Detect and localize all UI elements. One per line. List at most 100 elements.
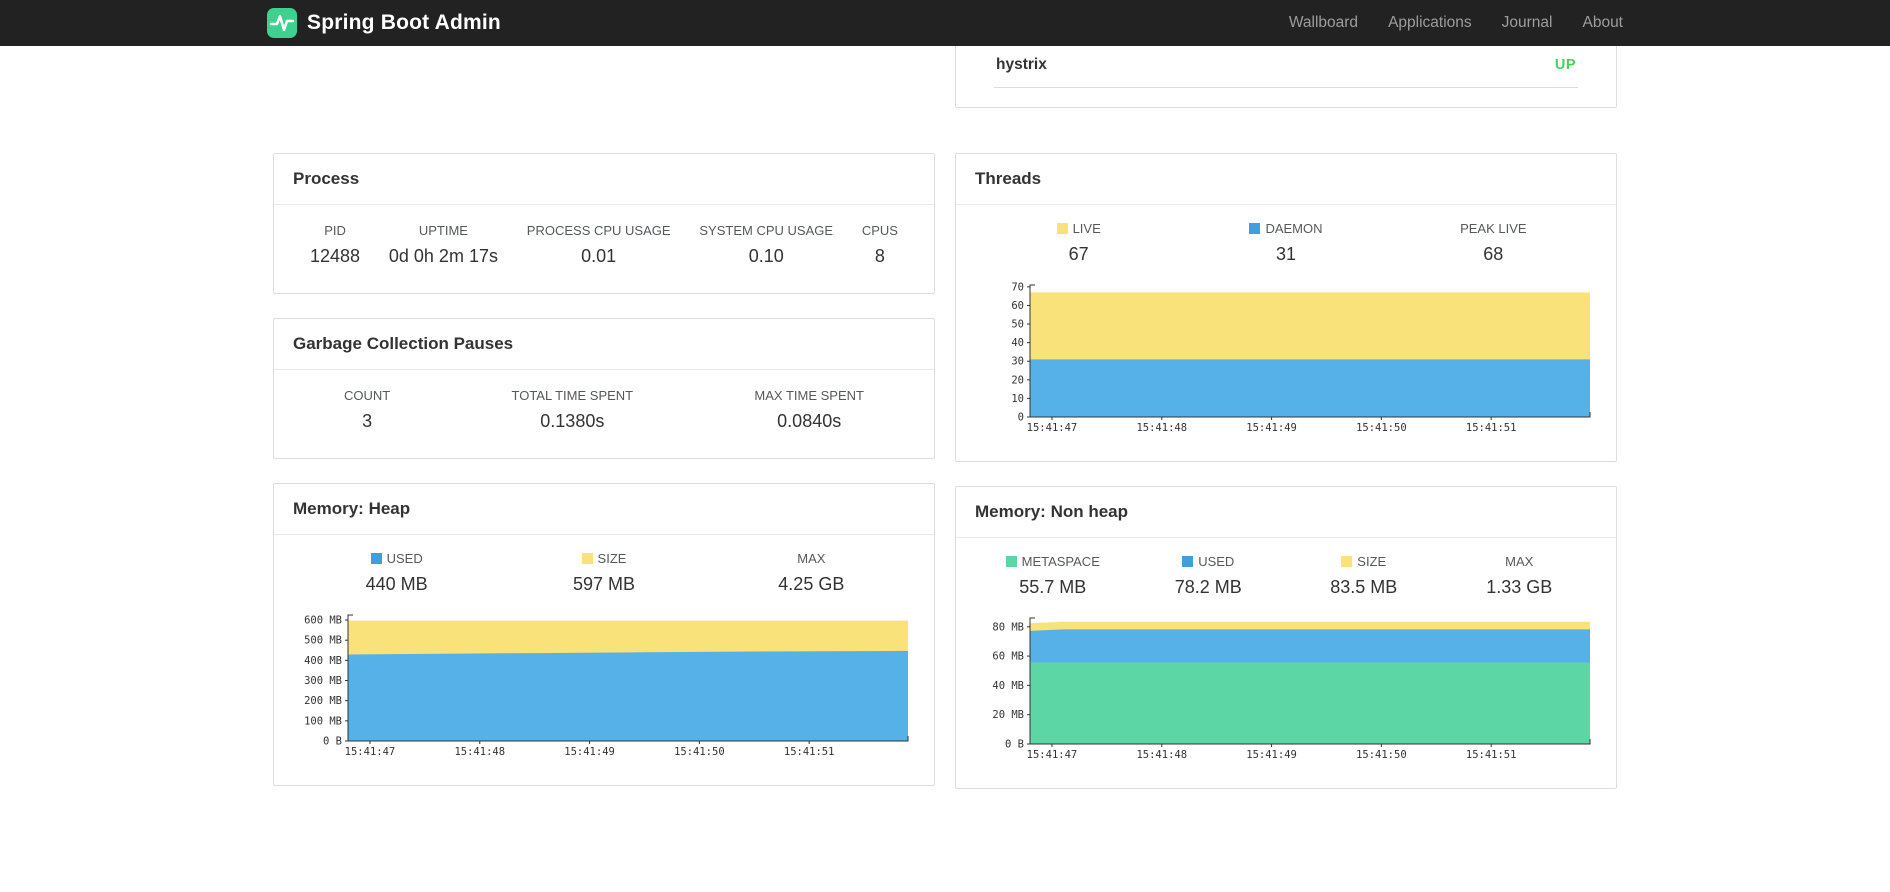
svg-text:200 MB: 200 MB xyxy=(304,695,342,707)
svg-text:500 MB: 500 MB xyxy=(304,635,342,647)
legend-label: DAEMON xyxy=(1182,221,1389,236)
svg-text:15:41:49: 15:41:49 xyxy=(1246,749,1297,761)
left-column-spacer xyxy=(273,46,935,153)
threads-legend: LIVE 67 DAEMON 31 PEAK LIVE 68 xyxy=(975,221,1597,265)
svg-text:100 MB: 100 MB xyxy=(304,715,342,727)
navbar-inner: Spring Boot Admin Wallboard Applications… xyxy=(267,8,1623,38)
brand[interactable]: Spring Boot Admin xyxy=(267,8,501,38)
svg-text:60 MB: 60 MB xyxy=(992,651,1024,663)
svg-text:15:41:51: 15:41:51 xyxy=(784,746,835,758)
legend-value: 31 xyxy=(1275,244,1296,264)
brand-title: Spring Boot Admin xyxy=(307,11,501,34)
legend-item-daemon: DAEMON 31 xyxy=(1182,221,1389,265)
svg-text:15:41:48: 15:41:48 xyxy=(1136,422,1187,434)
application-row[interactable]: hystrix UP xyxy=(994,46,1578,88)
memory-heap-panel-title: Memory: Heap xyxy=(274,484,934,535)
threads-panel: Threads LIVE 67 DAEMON 31 PEAK LIVE 68 0… xyxy=(955,153,1617,462)
nav-item-wallboard[interactable]: Wallboard xyxy=(1289,14,1358,32)
svg-text:40: 40 xyxy=(1011,337,1024,349)
svg-text:50: 50 xyxy=(1011,319,1024,331)
svg-text:15:41:48: 15:41:48 xyxy=(454,746,505,758)
legend-value: 4.25 GB xyxy=(778,574,845,594)
legend-label: MAX xyxy=(1505,554,1534,569)
legend-value: 68 xyxy=(1483,244,1504,264)
svg-text:60: 60 xyxy=(1011,300,1024,312)
live-swatch-icon xyxy=(1056,223,1068,234)
legend-value: 78.2 MB xyxy=(1174,577,1242,597)
stat-gc-max-time: MAX TIME SPENT 0.0840s xyxy=(754,388,864,432)
svg-text:15:41:47: 15:41:47 xyxy=(345,746,396,758)
legend-label: METASPACE xyxy=(975,554,1131,569)
legend-item-size: SIZE 83.5 MB xyxy=(1286,554,1442,598)
svg-text:600 MB: 600 MB xyxy=(304,615,342,627)
dashboard-content: Process PID 12488 UPTIME 0d 0h 2m 17s PR… xyxy=(273,46,1617,813)
right-column: hystrix UP Threads LIVE 67 DAEMON 31 PEA… xyxy=(955,46,1617,813)
stat-label: SYSTEM CPU USAGE xyxy=(699,223,834,238)
svg-text:15:41:50: 15:41:50 xyxy=(1356,749,1407,761)
nav-item-journal[interactable]: Journal xyxy=(1502,14,1553,32)
legend-item-peak-live: PEAK LIVE 68 xyxy=(1390,221,1597,265)
navbar: Spring Boot Admin Wallboard Applications… xyxy=(0,0,1890,46)
legend-label: SIZE xyxy=(500,551,707,566)
left-column: Process PID 12488 UPTIME 0d 0h 2m 17s PR… xyxy=(273,46,935,813)
used-swatch-icon xyxy=(370,553,382,564)
process-panel-title: Process xyxy=(274,154,934,205)
stat-process-cpu-usage: PROCESS CPU USAGE 0.01 xyxy=(527,223,671,267)
memory-nonheap-panel-title: Memory: Non heap xyxy=(956,487,1616,538)
stat-label: PID xyxy=(324,223,346,238)
size-swatch-icon xyxy=(1341,556,1353,567)
stat-value: 0.0840s xyxy=(777,411,842,431)
stat-value: 12488 xyxy=(310,246,361,266)
nav-item-about[interactable]: About xyxy=(1582,14,1623,32)
legend-label: SIZE xyxy=(1286,554,1442,569)
svg-text:0 B: 0 B xyxy=(323,736,342,748)
stat-value: 8 xyxy=(874,246,885,266)
stat-value: 3 xyxy=(362,411,373,431)
process-panel: Process PID 12488 UPTIME 0d 0h 2m 17s PR… xyxy=(273,153,935,294)
legend-item-max: MAX 1.33 GB xyxy=(1442,554,1598,598)
stat-value: 0.01 xyxy=(581,246,617,266)
svg-text:15:41:51: 15:41:51 xyxy=(1466,422,1517,434)
threads-panel-title: Threads xyxy=(956,154,1616,205)
application-status-badge: UP xyxy=(1554,57,1576,73)
memory-nonheap-chart: 0 B 20 MB 40 MB 60 MB 80 MB 15:41:47 15:41:48 1… xyxy=(992,617,1591,761)
stat-gc-count: COUNT 3 xyxy=(344,388,390,432)
legend-label: USED xyxy=(1131,554,1287,569)
svg-text:30: 30 xyxy=(1011,356,1024,368)
svg-text:20 MB: 20 MB xyxy=(992,709,1024,721)
stat-value: 0d 0h 2m 17s xyxy=(388,246,498,266)
legend-value: 67 xyxy=(1068,244,1089,264)
stat-label: COUNT xyxy=(344,388,391,403)
svg-text:15:41:47: 15:41:47 xyxy=(1027,749,1078,761)
svg-text:15:41:48: 15:41:48 xyxy=(1136,749,1187,761)
nav-item-applications[interactable]: Applications xyxy=(1388,14,1472,32)
svg-text:400 MB: 400 MB xyxy=(304,655,342,667)
legend-value: 83.5 MB xyxy=(1330,577,1398,597)
nav-links: Wallboard Applications Journal About xyxy=(1289,14,1623,32)
memory-heap-legend: USED 440 MB SIZE 597 MB MAX 4.25 GB xyxy=(293,551,915,595)
svg-text:15:41:50: 15:41:50 xyxy=(1356,422,1407,434)
threads-body: LIVE 67 DAEMON 31 PEAK LIVE 68 0 10 20 30 40… xyxy=(956,205,1616,461)
legend-value: 55.7 MB xyxy=(1019,577,1087,597)
process-stats: PID 12488 UPTIME 0d 0h 2m 17s PROCESS CP… xyxy=(274,205,934,293)
stat-value: 0.10 xyxy=(748,246,784,266)
stat-label: UPTIME xyxy=(418,223,468,238)
svg-text:0: 0 xyxy=(1018,412,1024,424)
memory-nonheap-panel: Memory: Non heap METASPACE 55.7 MB USED … xyxy=(955,486,1617,789)
threads-chart: 0 10 20 30 40 50 60 70 15:41:47 15:41:48 15:41:49 1… xyxy=(1011,281,1591,434)
legend-item-max: MAX 4.25 GB xyxy=(708,551,915,595)
memory-heap-body: USED 440 MB SIZE 597 MB MAX 4.25 GB 0 B1… xyxy=(274,535,934,785)
svg-text:0 B: 0 B xyxy=(1005,739,1024,751)
svg-text:10: 10 xyxy=(1011,393,1024,405)
svg-text:70: 70 xyxy=(1011,281,1024,293)
memory-nonheap-legend: METASPACE 55.7 MB USED 78.2 MB SIZE 83.5… xyxy=(975,554,1597,598)
used-swatch-icon xyxy=(1182,556,1194,567)
brand-logo-icon xyxy=(267,8,297,38)
legend-value: 1.33 GB xyxy=(1486,577,1553,597)
stat-value: 0.1380s xyxy=(540,411,605,431)
svg-text:15:41:47: 15:41:47 xyxy=(1027,422,1078,434)
daemon-swatch-icon xyxy=(1249,223,1261,234)
svg-text:80 MB: 80 MB xyxy=(992,621,1024,633)
svg-text:15:41:49: 15:41:49 xyxy=(1246,422,1297,434)
memory-nonheap-body: METASPACE 55.7 MB USED 78.2 MB SIZE 83.5… xyxy=(956,538,1616,788)
